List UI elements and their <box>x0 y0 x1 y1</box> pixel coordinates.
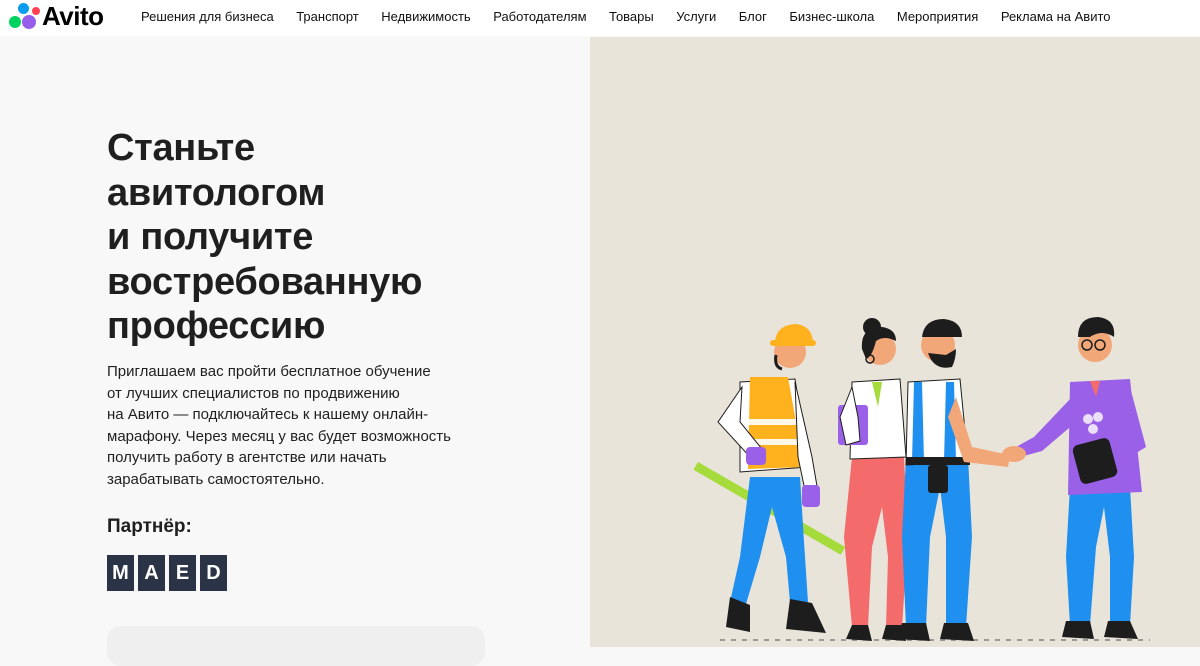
page-title: Станьте авитологом и получите востребова… <box>107 126 547 349</box>
hero-description-line: Приглашаем вас пройти бесплатное обучени… <box>107 363 431 380</box>
next-section-card <box>107 626 485 666</box>
page-title-line: востребованную <box>107 260 423 303</box>
hero-description-line: зарабатывать самостоятельно. <box>107 470 325 488</box>
nav-item-real-estate[interactable]: Недвижимость <box>381 9 470 24</box>
team-handshake-illustration <box>590 37 1200 647</box>
top-navigation-bar: Avito Решения для бизнеса Транспорт Недв… <box>0 0 1200 36</box>
partner-logo-letter: M <box>107 555 134 591</box>
avito-logo[interactable]: Avito <box>9 2 104 30</box>
partner-logo-letter: A <box>138 555 165 591</box>
page-title-line: авитологом <box>107 171 326 214</box>
page-title-line: Станьте <box>107 127 255 169</box>
nav-item-goods[interactable]: Товары <box>609 9 654 24</box>
page-title-line: профессию <box>107 305 326 347</box>
partner-label: Партнёр: <box>107 516 192 537</box>
nav-item-transport[interactable]: Транспорт <box>296 9 359 24</box>
avito-logo-text: Avito <box>42 1 104 31</box>
nav-item-events[interactable]: Мероприятия <box>897 9 979 24</box>
hero-description-line: получить работу в агентстве или начать <box>107 449 387 466</box>
workers-illustration-icon <box>693 317 1150 641</box>
nav-item-blog[interactable]: Блог <box>739 9 767 24</box>
hero-description-line: марафону. Через месяц у вас будет возмож… <box>107 427 451 445</box>
nav-item-employers[interactable]: Работодателям <box>493 9 586 24</box>
partner-logo-letter: D <box>200 555 227 591</box>
avito-logo-icon <box>9 2 41 30</box>
partner-logo-maed[interactable]: M A E D <box>107 555 227 591</box>
nav-item-business-school[interactable]: Бизнес-школа <box>789 9 874 24</box>
nav-item-business-solutions[interactable]: Решения для бизнеса <box>141 9 274 24</box>
nav-item-services[interactable]: Услуги <box>676 9 716 24</box>
main-nav: Решения для бизнеса Транспорт Недвижимос… <box>141 0 1133 32</box>
nav-item-advertising[interactable]: Реклама на Авито <box>1001 9 1111 24</box>
hero-description-line: от лучших специалистов по продвижению <box>107 384 400 402</box>
hero-description-line: на Авито — подключайтесь к нашему онлайн… <box>107 406 429 423</box>
page-title-line: и получите <box>107 216 314 258</box>
hero-description: Приглашаем вас пройти бесплатное обучени… <box>107 361 487 490</box>
partner-logo-letter: E <box>169 555 196 591</box>
